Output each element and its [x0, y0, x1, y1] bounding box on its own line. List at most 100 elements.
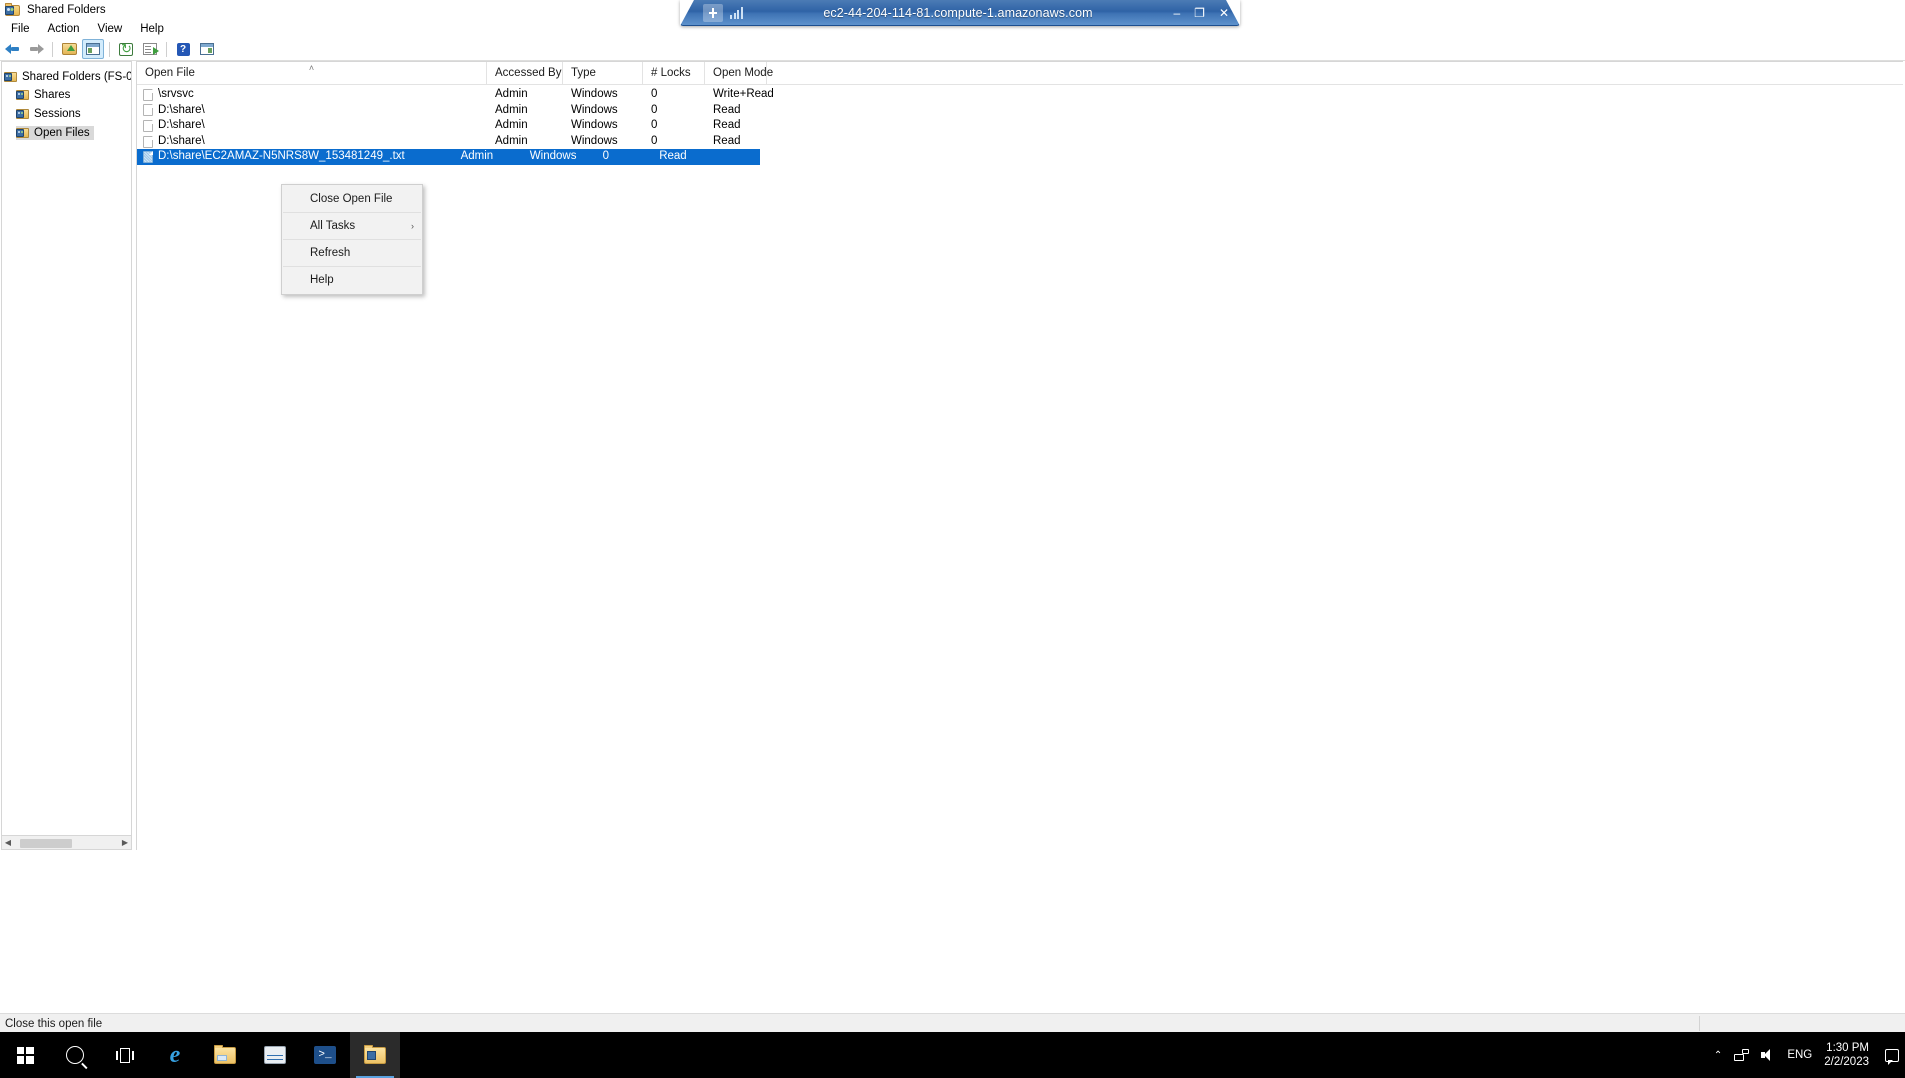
cell-open-file: D:\share\: [137, 118, 487, 134]
network-button[interactable]: [1728, 1032, 1755, 1078]
cell-text: D:\share\: [158, 103, 205, 116]
cell-type: Windows: [571, 134, 618, 147]
internet-explorer-icon: e: [169, 1042, 181, 1068]
context-menu-item-all-tasks[interactable]: All Tasks ›: [282, 214, 422, 238]
cell-text: D:\share\: [158, 134, 205, 147]
column-header-locks[interactable]: # Locks: [643, 62, 705, 84]
tree-item-label: Open Files: [34, 127, 90, 139]
status-bar-divider: [1699, 1016, 1700, 1031]
windows-logo-icon: [16, 1046, 34, 1064]
file-icon: [143, 104, 153, 117]
arrow-left-icon: [4, 43, 20, 55]
cell-type: Windows: [571, 103, 618, 116]
action-center-icon: [1885, 1048, 1899, 1065]
sessions-folder-icon: [16, 108, 30, 120]
console-tree-icon: [86, 43, 100, 55]
cell-locks: 0: [651, 134, 658, 147]
show-hide-console-tree-button[interactable]: [82, 39, 104, 59]
export-list-icon: [143, 43, 159, 55]
scroll-left-arrow-icon[interactable]: ◀: [2, 837, 14, 849]
cell-text: D:\share\EC2AMAZ-N5NRS8W_153481249_.txt: [158, 150, 405, 163]
context-menu-item-refresh[interactable]: Refresh: [282, 241, 422, 265]
remote-minimize-button[interactable]: –: [1173, 7, 1180, 19]
context-menu-item-label: Close Open File: [310, 193, 393, 205]
column-header-label: Accessed By: [495, 67, 562, 79]
table-row[interactable]: D:\share\ Admin Windows 0 Read: [137, 103, 1903, 119]
context-menu-item-close-open-file[interactable]: Close Open File: [282, 187, 422, 211]
tree-item-open-files[interactable]: Open Files: [16, 126, 94, 140]
pin-icon[interactable]: [703, 3, 723, 22]
column-header-accessed-by[interactable]: Accessed By: [487, 62, 563, 84]
back-button[interactable]: [1, 39, 23, 59]
context-menu-separator: [283, 212, 421, 213]
start-button[interactable]: [0, 1032, 50, 1078]
search-button[interactable]: [50, 1032, 100, 1078]
file-icon: [143, 151, 153, 164]
tree-item-sessions[interactable]: Sessions: [2, 107, 131, 121]
cell-accessed-by: Admin: [495, 134, 528, 147]
powershell-button[interactable]: >_: [300, 1032, 350, 1078]
tree-item-label: Sessions: [34, 108, 81, 120]
refresh-button[interactable]: [115, 39, 137, 59]
tree-horizontal-scrollbar[interactable]: ◀ ▶: [1, 836, 132, 850]
task-view-button[interactable]: [100, 1032, 150, 1078]
column-header-label: # Locks: [651, 67, 691, 79]
remote-restore-button[interactable]: ❐: [1194, 7, 1205, 19]
tree-item-open-files-wrap: Open Files: [2, 126, 131, 140]
performance-monitor-button[interactable]: [250, 1032, 300, 1078]
menu-view[interactable]: View: [89, 21, 132, 37]
column-header-open-file[interactable]: ˄ Open File: [137, 62, 487, 84]
toolbar-separator: [109, 41, 110, 57]
table-row-selected[interactable]: D:\share\EC2AMAZ-N5NRS8W_153481249_.txt …: [137, 149, 760, 165]
toolbar-separator: [52, 41, 53, 57]
up-one-level-button[interactable]: [58, 39, 80, 59]
column-header-type[interactable]: Type: [563, 62, 643, 84]
tree-item-shares[interactable]: Shares: [2, 88, 131, 102]
table-row[interactable]: \srvsvc Admin Windows 0 Write+Read: [137, 87, 1903, 103]
sort-ascending-icon: ˄: [308, 63, 315, 73]
cell-open-mode: Read: [713, 134, 741, 147]
cell-open-mode: Read: [713, 103, 741, 116]
scrollbar-track[interactable]: [14, 837, 119, 849]
remote-close-button[interactable]: ✕: [1219, 7, 1229, 19]
context-menu: Close Open File All Tasks › Refresh Help: [281, 184, 423, 295]
shared-folders-mmc-button[interactable]: [350, 1032, 400, 1078]
shared-folders-icon: [4, 71, 18, 83]
context-menu-separator: [283, 239, 421, 240]
column-header-open-mode[interactable]: Open Mode: [705, 62, 773, 84]
context-menu-item-help[interactable]: Help: [282, 268, 422, 292]
list-header-row: ˄ Open File Accessed By Type # Locks Ope…: [137, 62, 1903, 85]
cell-locks: 0: [651, 103, 658, 116]
clock[interactable]: 1:30 PM 2/2/2023: [1818, 1032, 1879, 1078]
volume-button[interactable]: [1755, 1032, 1781, 1078]
show-hidden-icons-button[interactable]: ⌃: [1708, 1032, 1728, 1078]
cell-text: \srvsvc: [158, 88, 194, 100]
export-list-button[interactable]: [139, 39, 161, 59]
forward-button[interactable]: [25, 39, 47, 59]
menu-help[interactable]: Help: [131, 21, 173, 37]
toolbar: ?: [0, 38, 1905, 61]
tree-item-label: Shares: [34, 89, 71, 101]
file-explorer-button[interactable]: [200, 1032, 250, 1078]
cell-open-file: D:\share\: [137, 134, 487, 150]
screen-root: ec2-44-204-114-81.compute-1.amazonaws.co…: [0, 0, 1905, 1078]
scrollbar-thumb[interactable]: [20, 838, 72, 848]
menu-action[interactable]: Action: [39, 21, 89, 37]
context-menu-item-label: Help: [310, 274, 334, 286]
cell-open-file: \srvsvc: [137, 87, 487, 103]
cell-locks: 0: [651, 119, 658, 132]
file-icon: [143, 88, 153, 101]
page-title: Shared Folders: [27, 3, 106, 16]
scroll-right-arrow-icon[interactable]: ▶: [119, 837, 131, 849]
table-row[interactable]: D:\share\ Admin Windows 0 Read: [137, 134, 1903, 150]
language-indicator[interactable]: ENG: [1781, 1032, 1818, 1078]
tree-item-shared-folders[interactable]: Shared Folders (FS-0966C: [2, 70, 131, 84]
internet-explorer-button[interactable]: e: [150, 1032, 200, 1078]
help-button[interactable]: ?: [172, 39, 194, 59]
menu-file[interactable]: File: [2, 21, 39, 37]
cell-open-file: D:\share\EC2AMAZ-N5NRS8W_153481249_.txt: [137, 149, 453, 165]
show-hide-action-pane-button[interactable]: [196, 39, 218, 59]
table-row[interactable]: D:\share\ Admin Windows 0 Read: [137, 118, 1903, 134]
cell-type: Windows: [571, 119, 618, 132]
action-center-button[interactable]: [1879, 1032, 1905, 1078]
